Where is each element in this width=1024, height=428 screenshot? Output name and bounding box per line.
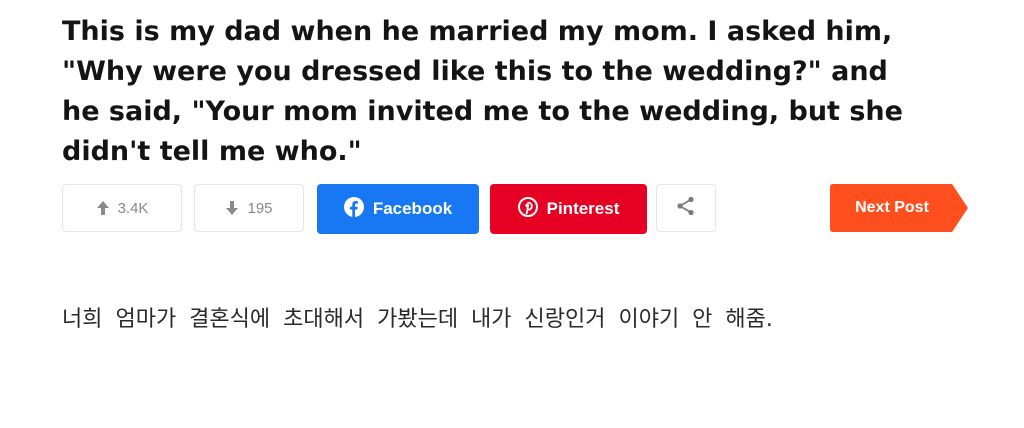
downvote-button[interactable]: 195	[194, 184, 304, 232]
upvote-button[interactable]: 3.4K	[62, 184, 182, 232]
pinterest-share-button[interactable]: Pinterest	[490, 184, 647, 234]
next-post-button[interactable]: Next Post	[830, 184, 968, 232]
share-more-button[interactable]	[656, 184, 716, 232]
post-title-line: didn't tell me who."	[62, 136, 362, 167]
post-title-line: he said, "Your mom invited me to the wed…	[62, 96, 903, 127]
facebook-label: Facebook	[372, 199, 453, 218]
arrow-up-icon	[96, 200, 110, 216]
next-post-label: Next Post	[855, 199, 929, 216]
upvote-count: 3.4K	[117, 199, 149, 217]
facebook-icon	[343, 196, 364, 222]
post-title-line: "Why were you dressed like this to the w…	[62, 56, 888, 87]
post-action-bar: 3.4K 195 Facebook Pinterest Next Post	[62, 184, 972, 234]
pinterest-label: Pinterest	[546, 199, 620, 218]
share-icon	[675, 195, 697, 221]
korean-caption: 너희 엄마가 결혼식에 초대해서 가봤는데 내가 신랑인거 이야기 안 해줌.	[62, 307, 773, 332]
downvote-count: 195	[247, 199, 273, 217]
facebook-share-button[interactable]: Facebook	[317, 184, 479, 234]
arrow-down-icon	[225, 200, 239, 216]
post-title-line: This is my dad when he married my mom. I…	[62, 16, 893, 47]
pinterest-icon	[517, 196, 538, 222]
post-title: This is my dad when he married my mom. I…	[62, 12, 962, 172]
